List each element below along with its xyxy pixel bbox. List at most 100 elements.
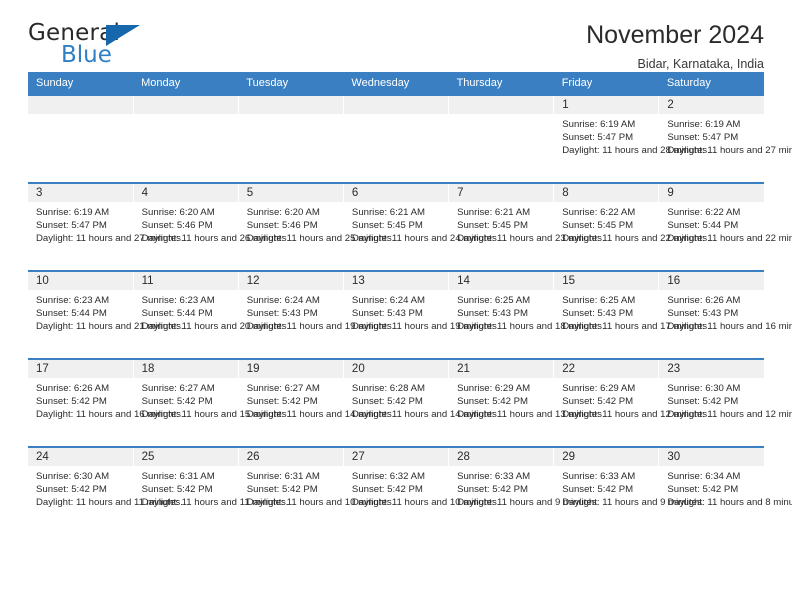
day-number: 26: [238, 448, 343, 466]
day-details: Sunrise: 6:33 AM Sunset: 5:42 PM Daylight:…: [554, 466, 705, 510]
daylight-text: Daylight: 11 hours and 18 minutes.: [457, 321, 605, 333]
day-cell[interactable]: 3 Sunrise: 6:19 AM Sunset: 5:47 PM Daylight…: [28, 182, 184, 271]
day-cell[interactable]: [28, 94, 134, 183]
sunset-text: Sunset: 5:43 PM: [457, 308, 528, 320]
day-number: 8: [554, 184, 659, 202]
day-cell[interactable]: 17 Sunrise: 6:26 AM Sunset: 5:42 PM Dayligh…: [28, 358, 184, 447]
daylight-text: Daylight: 11 hours and 22 minutes.: [667, 233, 792, 245]
brand-name-bottom: Blue: [61, 42, 112, 68]
daylight-text: Daylight: 11 hours and 22 minutes.: [562, 233, 710, 245]
sunrise-text: Sunrise: 6:34 AM: [667, 471, 741, 482]
day-cell[interactable]: 23 Sunrise: 6:30 AM Sunset: 5:42 PM Dayligh…: [658, 358, 792, 447]
day-cell[interactable]: 4 Sunrise: 6:20 AM Sunset: 5:46 PM Daylight…: [133, 182, 290, 271]
day-cell[interactable]: 11 Sunrise: 6:23 AM Sunset: 5:44 PM Dayligh…: [133, 270, 289, 359]
day-number: 5: [238, 184, 343, 202]
calendar-page: General Blue November 2024 Bidar, Karnat…: [0, 0, 792, 612]
day-cell[interactable]: 7 Sunrise: 6:21 AM Sunset: 5:45 PM Daylight…: [448, 182, 605, 271]
day-number: 29: [554, 448, 659, 466]
sunrise-text: Sunrise: 6:19 AM: [36, 207, 110, 218]
day-cell[interactable]: 14 Sunrise: 6:25 AM Sunset: 5:43 PM Dayligh…: [448, 270, 605, 359]
sunset-text: Sunset: 5:43 PM: [246, 308, 318, 320]
sunset-text: Sunset: 5:44 PM: [667, 220, 739, 232]
sunrise-text: Sunrise: 6:24 AM: [246, 295, 320, 306]
day-cell[interactable]: [238, 94, 344, 183]
day-details: Sunrise: 6:26 AM Sunset: 5:42 PM Daylight:…: [28, 378, 184, 422]
day-number: 4: [133, 184, 238, 202]
day-details: Sunrise: 6:22 AM Sunset: 5:44 PM Daylight:…: [659, 202, 792, 246]
day-details: Sunrise: 6:19 AM Sunset: 5:47 PM Daylight:…: [659, 114, 792, 158]
week-row: 17 Sunrise: 6:26 AM Sunset: 5:42 PM Dayligh…: [28, 358, 792, 447]
day-cell[interactable]: 1 Sunrise: 6:19 AM Sunset: 5:47 PM Daylight…: [553, 94, 710, 183]
day-details: Sunrise: 6:26 AM Sunset: 5:43 PM Daylight:…: [659, 290, 792, 334]
day-cell[interactable]: 9 Sunrise: 6:22 AM Sunset: 5:44 PM Daylight…: [658, 182, 792, 271]
daylight-text: Daylight: 11 hours and 11 minutes.: [36, 497, 183, 509]
daylight-text: Daylight: 11 hours and 13 minutes.: [457, 409, 605, 421]
day-details: Sunrise: 6:21 AM Sunset: 5:45 PM Daylight:…: [344, 202, 500, 246]
day-details: Sunrise: 6:20 AM Sunset: 5:46 PM Daylight:…: [239, 202, 395, 246]
day-cell[interactable]: 13 Sunrise: 6:24 AM Sunset: 5:43 PM Dayligh…: [343, 270, 500, 359]
daylight-text: Daylight: 11 hours and 17 minutes.: [562, 321, 710, 333]
day-cell[interactable]: 2 Sunrise: 6:19 AM Sunset: 5:47 PM Daylight…: [658, 94, 792, 183]
day-number: 21: [449, 360, 554, 378]
day-details: Sunrise: 6:24 AM Sunset: 5:43 PM Daylight:…: [344, 290, 500, 334]
day-cell[interactable]: 10 Sunrise: 6:23 AM Sunset: 5:44 PM Dayligh…: [28, 270, 184, 359]
day-cell[interactable]: 28 Sunrise: 6:33 AM Sunset: 5:42 PM Dayligh…: [448, 446, 600, 535]
day-cell[interactable]: 12 Sunrise: 6:24 AM Sunset: 5:43 PM Dayligh…: [238, 270, 394, 359]
brand-logo[interactable]: General Blue: [28, 22, 148, 70]
day-cell[interactable]: 18 Sunrise: 6:27 AM Sunset: 5:42 PM Dayligh…: [133, 358, 289, 447]
day-cell[interactable]: 19 Sunrise: 6:27 AM Sunset: 5:42 PM Dayligh…: [238, 358, 395, 447]
page-header: General Blue November 2024 Bidar, Karnat…: [28, 0, 764, 72]
day-details: Sunrise: 6:20 AM Sunset: 5:46 PM Daylight:…: [134, 202, 290, 246]
sunrise-text: Sunrise: 6:22 AM: [562, 207, 636, 218]
sunrise-text: Sunrise: 6:27 AM: [246, 383, 320, 394]
day-number: 23: [659, 360, 764, 378]
daylight-text: Daylight: 11 hours and 9 minutes.: [562, 497, 705, 509]
daylight-text: Daylight: 11 hours and 26 minutes.: [141, 233, 290, 245]
daylight-text: Daylight: 11 hours and 16 minutes.: [667, 321, 792, 333]
sunset-text: Sunset: 5:43 PM: [562, 308, 634, 320]
sunrise-text: Sunrise: 6:26 AM: [36, 383, 110, 394]
day-cell[interactable]: [133, 94, 239, 183]
sunrise-text: Sunrise: 6:21 AM: [457, 207, 531, 218]
day-number: 28: [449, 448, 554, 466]
daylight-text: Daylight: 11 hours and 27 minutes.: [36, 233, 184, 245]
weekday-header-wednesday: Wednesday: [343, 72, 449, 95]
sunrise-text: Sunrise: 6:30 AM: [36, 471, 110, 482]
weekday-header-friday: Friday: [553, 72, 659, 95]
sunset-text: Sunset: 5:42 PM: [246, 484, 318, 496]
week-row: 1 Sunrise: 6:19 AM Sunset: 5:47 PM Daylight…: [28, 94, 792, 183]
day-cell[interactable]: 20 Sunrise: 6:28 AM Sunset: 5:42 PM Dayligh…: [343, 358, 499, 447]
day-cell[interactable]: 16 Sunrise: 6:26 AM Sunset: 5:43 PM Dayligh…: [658, 270, 792, 359]
day-details: Sunrise: 6:27 AM Sunset: 5:42 PM Daylight:…: [239, 378, 395, 422]
day-cell[interactable]: 22 Sunrise: 6:29 AM Sunset: 5:42 PM Dayligh…: [553, 358, 710, 447]
sunrise-text: Sunrise: 6:20 AM: [141, 207, 215, 218]
sunrise-text: Sunrise: 6:23 AM: [141, 295, 215, 306]
day-cell[interactable]: 24 Sunrise: 6:30 AM Sunset: 5:42 PM Dayligh…: [28, 446, 183, 535]
day-details: Sunrise: 6:32 AM Sunset: 5:42 PM Daylight:…: [344, 466, 500, 510]
day-cell[interactable]: [448, 94, 555, 183]
day-cell[interactable]: 15 Sunrise: 6:25 AM Sunset: 5:43 PM Dayligh…: [553, 270, 710, 359]
sunset-text: Sunset: 5:42 PM: [351, 396, 423, 408]
day-cell[interactable]: 26 Sunrise: 6:31 AM Sunset: 5:42 PM Dayligh…: [238, 446, 394, 535]
sunset-text: Sunset: 5:47 PM: [667, 132, 739, 144]
day-cell[interactable]: 21 Sunrise: 6:29 AM Sunset: 5:42 PM Dayligh…: [448, 358, 605, 447]
day-cell[interactable]: 29 Sunrise: 6:33 AM Sunset: 5:42 PM Dayligh…: [553, 446, 705, 535]
sunset-text: Sunset: 5:46 PM: [246, 220, 318, 232]
day-details: Sunrise: 6:19 AM Sunset: 5:47 PM Daylight:…: [28, 202, 184, 246]
day-cell[interactable]: 30 Sunrise: 6:34 AM Sunset: 5:42 PM Dayligh…: [658, 446, 792, 535]
day-cell[interactable]: [343, 94, 450, 183]
day-cell[interactable]: 6 Sunrise: 6:21 AM Sunset: 5:45 PM Daylight…: [343, 182, 500, 271]
daylight-text: Daylight: 11 hours and 9 minutes.: [457, 497, 600, 509]
day-details: Sunrise: 6:34 AM Sunset: 5:42 PM Daylight:…: [659, 466, 792, 510]
sunrise-text: Sunrise: 6:30 AM: [667, 383, 741, 394]
day-cell[interactable]: 25 Sunrise: 6:31 AM Sunset: 5:42 PM Dayligh…: [133, 446, 288, 535]
day-cell[interactable]: 27 Sunrise: 6:32 AM Sunset: 5:42 PM Dayligh…: [343, 446, 500, 535]
sunset-text: Sunset: 5:42 PM: [36, 396, 107, 408]
day-number: 13: [343, 272, 449, 290]
day-cell[interactable]: 5 Sunrise: 6:20 AM Sunset: 5:46 PM Daylight…: [238, 182, 395, 271]
day-number: 6: [343, 184, 449, 202]
day-details: Sunrise: 6:21 AM Sunset: 5:45 PM Daylight:…: [449, 202, 605, 246]
week-row: 24 Sunrise: 6:30 AM Sunset: 5:42 PM Dayligh…: [28, 446, 792, 535]
day-cell[interactable]: 8 Sunrise: 6:22 AM Sunset: 5:45 PM Daylight…: [553, 182, 710, 271]
sunset-text: Sunset: 5:47 PM: [562, 132, 634, 144]
